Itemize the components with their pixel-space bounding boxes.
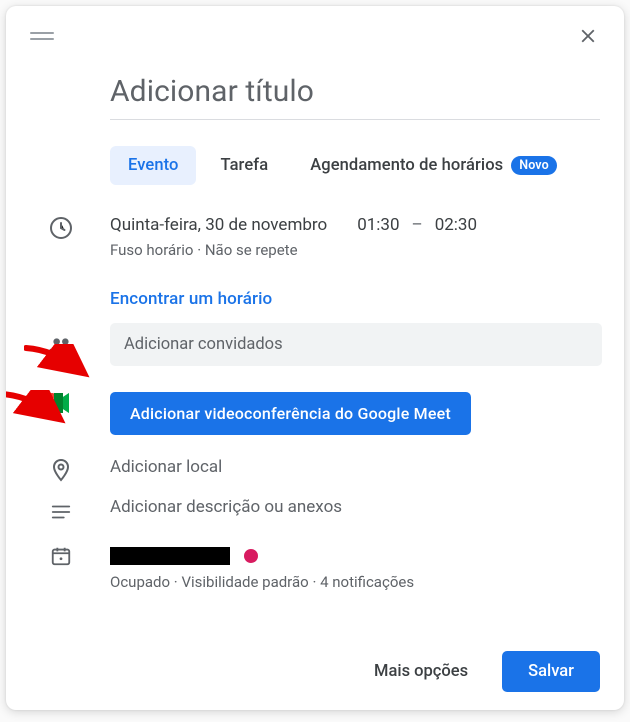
location-icon (48, 457, 74, 483)
tab-event[interactable]: Evento (110, 146, 196, 185)
calendar-owner-name (110, 547, 230, 565)
close-button[interactable] (568, 16, 608, 56)
tab-task[interactable]: Tarefa (202, 146, 286, 185)
calendar-color-dot (244, 549, 258, 563)
guests-row (110, 323, 596, 374)
new-badge: Novo (511, 156, 556, 175)
location-row[interactable]: Adicionar local (110, 443, 596, 491)
location-placeholder: Adicionar local (110, 457, 222, 477)
description-row[interactable]: Adicionar descrição ou anexos (110, 491, 596, 531)
datetime-row[interactable]: Quinta-feira, 30 de novembro 01:30 – 02:… (110, 207, 596, 267)
recurrence-link[interactable]: Não se repete (205, 241, 298, 259)
save-button[interactable]: Salvar (502, 651, 600, 692)
quick-event-dialog: Evento Tarefa Agendamento de horários No… (6, 6, 624, 710)
close-icon (577, 25, 599, 47)
calendar-icon (48, 543, 74, 569)
description-placeholder: Adicionar descrição ou anexos (110, 497, 342, 517)
tab-scheduling-label: Agendamento de horários (310, 156, 503, 175)
event-title-input[interactable] (110, 68, 600, 120)
more-options-button[interactable]: Mais opções (358, 652, 484, 691)
calendar-row[interactable]: Ocupado · Visibilidade padrão · 4 notifi… (110, 531, 596, 599)
visibility-status[interactable]: Visibilidade padrão (181, 573, 308, 591)
clock-icon (48, 215, 74, 241)
timezone-link[interactable]: Fuso horário (110, 241, 193, 259)
event-end-time[interactable]: 02:30 (435, 215, 477, 235)
event-type-tabs: Evento Tarefa Agendamento de horários No… (110, 146, 596, 185)
event-date[interactable]: Quinta-feira, 30 de novembro (110, 215, 327, 235)
add-guests-input[interactable] (110, 323, 602, 366)
add-meet-button[interactable]: Adicionar videoconferência do Google Mee… (110, 392, 471, 435)
dialog-footer: Mais opções Salvar (358, 651, 600, 692)
meet-row: Adicionar videoconferência do Google Mee… (110, 374, 596, 443)
availability-status[interactable]: Ocupado (110, 573, 170, 591)
event-start-time[interactable]: 01:30 (357, 215, 399, 235)
people-icon (48, 333, 74, 359)
google-meet-icon (48, 390, 74, 416)
drag-handle-icon[interactable] (30, 31, 54, 41)
dialog-topbar (6, 6, 624, 58)
dialog-content: Evento Tarefa Agendamento de horários No… (6, 58, 624, 599)
tab-scheduling[interactable]: Agendamento de horários Novo (292, 146, 575, 185)
time-separator: – (412, 215, 423, 235)
notification-count[interactable]: 4 notificações (320, 573, 414, 591)
find-time-link[interactable]: Encontrar um horário (110, 289, 596, 309)
description-icon (48, 499, 74, 525)
